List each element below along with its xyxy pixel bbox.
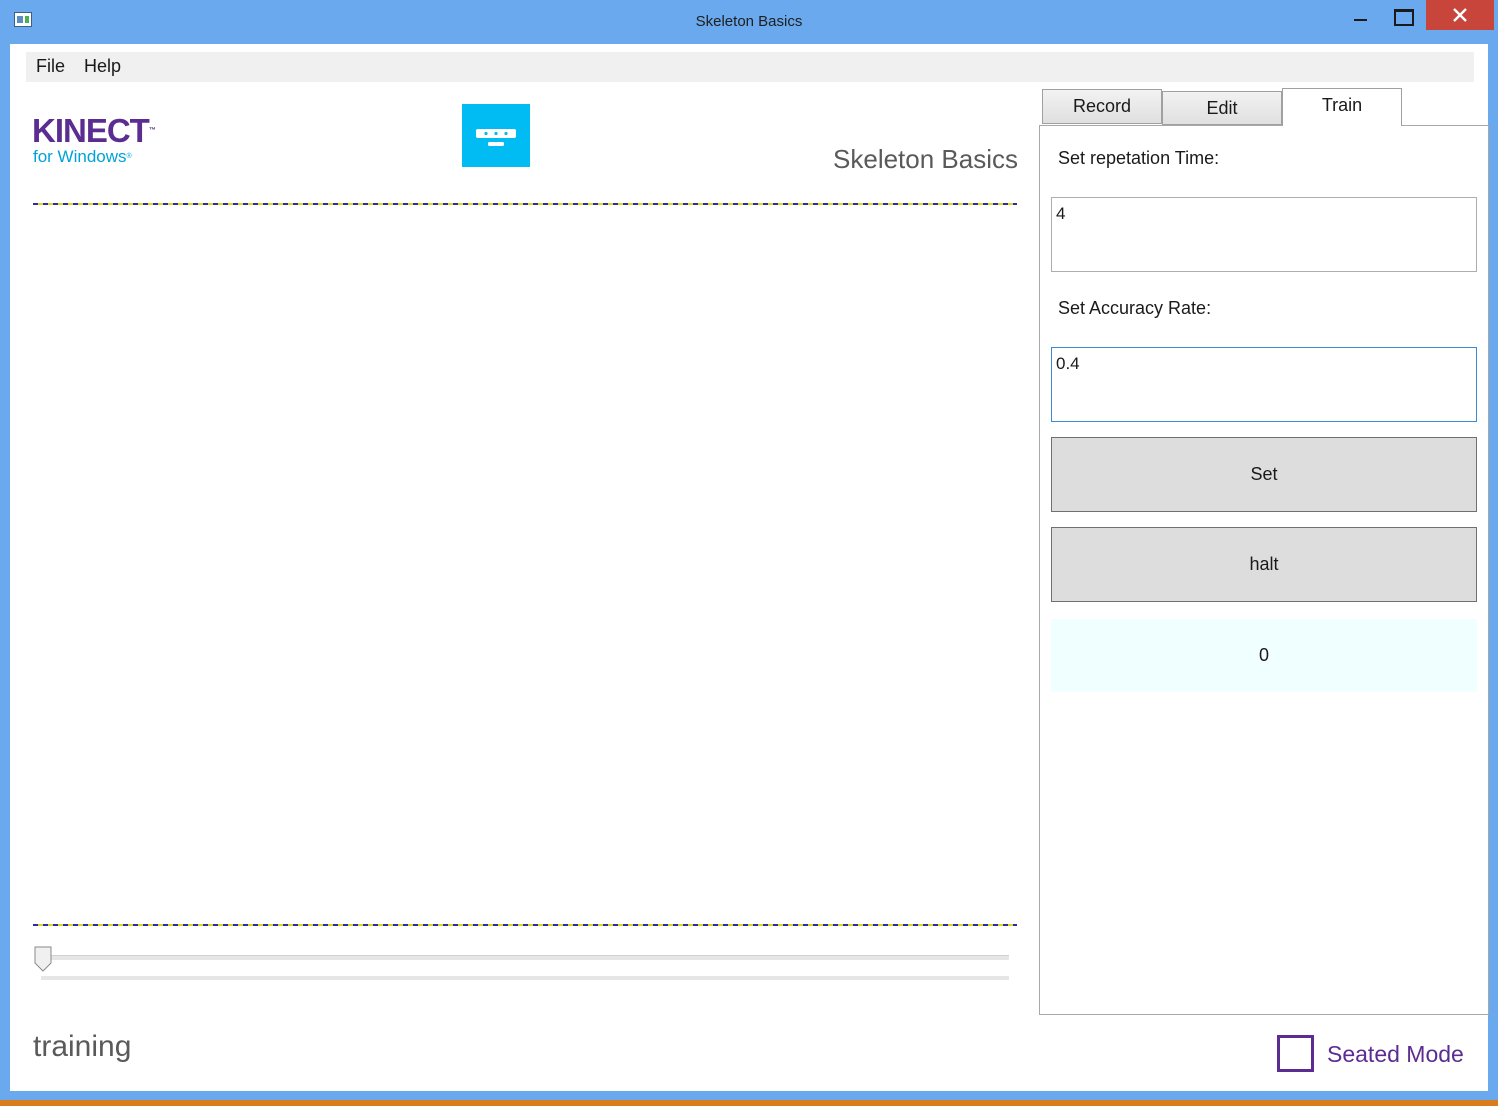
- set-button[interactable]: Set: [1051, 437, 1477, 512]
- accuracy-rate-label: Set Accuracy Rate:: [1058, 298, 1212, 318]
- kinect-logo-sub-tm: ®: [126, 153, 132, 160]
- train-tab-panel: Set repetation Time: 4 Set Accuracy Rate…: [1039, 125, 1489, 1015]
- window-frame: Skeleton Basics File Help KINECT™ for Wi…: [0, 0, 1498, 1106]
- tab-record[interactable]: Record: [1042, 89, 1162, 124]
- halt-button[interactable]: halt: [1051, 527, 1477, 602]
- skeleton-view-bottom-border: [33, 924, 1017, 926]
- kinect-logo-tm: ™: [148, 127, 156, 134]
- window-title: Skeleton Basics: [695, 13, 803, 30]
- window-bottom-edge: [0, 1100, 1498, 1106]
- tab-record-label: Record: [1072, 96, 1132, 116]
- kinect-logo-subtitle: for Windows: [33, 147, 127, 166]
- repetition-time-label: Set repetation Time:: [1058, 148, 1220, 168]
- tab-edit[interactable]: Edit: [1162, 91, 1282, 125]
- seated-mode-label: Seated Mode: [1327, 1041, 1464, 1067]
- menu-help[interactable]: Help: [84, 56, 121, 77]
- minimize-button[interactable]: [1338, 0, 1384, 30]
- accuracy-rate-input[interactable]: 0.4: [1051, 347, 1477, 422]
- window-client-area: File Help KINECT™ for Windows® Skeleton …: [10, 44, 1489, 1091]
- menu-bar: File Help: [26, 52, 1474, 82]
- slider-thumb-icon: [34, 946, 52, 972]
- playback-slider-thumb[interactable]: [34, 946, 52, 977]
- close-button[interactable]: [1426, 0, 1494, 30]
- repetition-time-input[interactable]: 4: [1051, 197, 1477, 272]
- title-bar[interactable]: Skeleton Basics: [0, 0, 1498, 44]
- tab-edit-label: Edit: [1206, 98, 1238, 118]
- menu-file[interactable]: File: [36, 56, 65, 77]
- kinect-logo-word: KINECT: [32, 112, 150, 149]
- tab-train-label: Train: [1321, 95, 1363, 115]
- kinect-sensor-status-icon: [462, 104, 530, 167]
- close-icon: [1453, 8, 1467, 22]
- skeleton-canvas: [33, 205, 1017, 924]
- kinect-for-windows-logo: KINECT™ for Windows®: [32, 112, 156, 166]
- playback-slider-tickbar: [41, 976, 1009, 980]
- playback-slider-track[interactable]: [41, 955, 1009, 960]
- app-heading: Skeleton Basics: [833, 144, 1018, 174]
- seated-mode-checkbox[interactable]: [1277, 1035, 1314, 1072]
- tab-train[interactable]: Train: [1282, 88, 1402, 126]
- repetition-counter: 0: [1051, 619, 1477, 692]
- status-text: training: [33, 1030, 132, 1063]
- maximize-button[interactable]: [1384, 0, 1424, 30]
